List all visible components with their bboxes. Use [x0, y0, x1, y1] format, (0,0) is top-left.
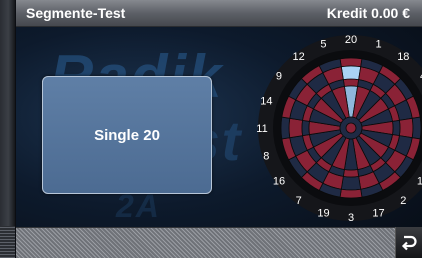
- segment-number-label: 11: [256, 123, 267, 135]
- bullseye[interactable]: [345, 122, 357, 134]
- segment-triple[interactable]: [342, 169, 360, 178]
- segment-result-panel: Single 20: [42, 76, 212, 194]
- bottom-bar: [16, 227, 422, 258]
- segment-highlight: [340, 65, 362, 81]
- segment-number-label: 3: [348, 212, 354, 224]
- segment-number-label: 19: [317, 208, 329, 220]
- segment-triple[interactable]: [392, 119, 401, 137]
- back-button[interactable]: [395, 227, 422, 258]
- segment-number-label: 7: [296, 195, 302, 207]
- segment-number-label: 5: [320, 38, 326, 50]
- segment-number-label: 9: [276, 71, 282, 83]
- dartboard[interactable]: 2011841361015217319716811149125: [256, 30, 422, 226]
- segment-double[interactable]: [339, 57, 363, 68]
- credit-display: Kredit 0.00 €: [326, 5, 410, 21]
- segment-number-label: 1: [375, 38, 381, 50]
- bezel-grille: [0, 226, 15, 258]
- segment-double[interactable]: [280, 116, 291, 140]
- segment-number-label: 14: [260, 95, 272, 107]
- segment-result-text: Single 20: [94, 126, 160, 144]
- segment-double[interactable]: [411, 116, 422, 140]
- segment-number-label: 15: [417, 175, 422, 187]
- segment-number-label: 17: [372, 208, 384, 220]
- segment-single-outer[interactable]: [340, 175, 362, 191]
- title-bar: Segmente-Test Kredit 0.00 €: [16, 0, 422, 27]
- device-bezel-left: [0, 0, 15, 258]
- segment-single-outer[interactable]: [288, 117, 304, 139]
- return-arrow-icon: [401, 235, 417, 250]
- segment-number-label: 18: [397, 51, 409, 63]
- segment-double[interactable]: [339, 188, 363, 199]
- segment-triple[interactable]: [342, 78, 360, 87]
- screen: Radik Syst 2A Segmente-Test Kredit 0.00 …: [16, 0, 422, 258]
- segment-number-label: 20: [345, 34, 357, 46]
- segment-single-outer[interactable]: [398, 117, 414, 139]
- page-title: Segmente-Test: [26, 5, 126, 21]
- segment-number-label: 16: [273, 175, 285, 187]
- segment-triple[interactable]: [301, 119, 310, 137]
- segment-number-label: 8: [263, 151, 269, 163]
- segment-number-label: 12: [293, 51, 305, 63]
- segment-number-label: 2: [400, 195, 406, 207]
